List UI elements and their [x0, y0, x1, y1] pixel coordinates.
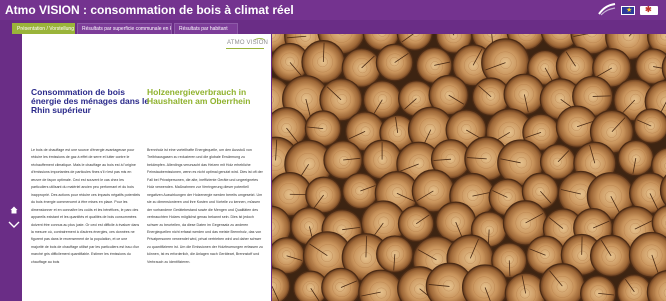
german-title: Holzenergieverbrauch in Haushalten am Ob… [147, 87, 251, 106]
content-panel: ATMO VISION Consommation de bois énergie… [22, 34, 271, 301]
german-body: Brennholz ist eine vorteilhafte Energieq… [147, 148, 263, 264]
tab-presentation[interactable]: Présentation / Vorstellung [12, 23, 75, 34]
french-body: Le bois de chauffage est une source d'én… [31, 148, 141, 264]
firewood-image [272, 34, 666, 301]
french-title: Consommation de bois énergie des ménages… [31, 87, 150, 115]
app-title: Atmo VISION : consommation de bois à cli… [5, 3, 294, 17]
tab-results-area[interactable]: Résultats par superficie communale en km… [77, 23, 172, 34]
tab-bar: Présentation / Vorstellung Résultats par… [0, 20, 666, 34]
header-bar: Atmo VISION : consommation de bois à cli… [0, 0, 666, 20]
info-icon[interactable]: ✱ [640, 5, 658, 15]
tab-results-inhabitant[interactable]: Résultats par habitant [174, 23, 238, 34]
logo-underline [226, 48, 264, 49]
swoosh-logo-icon[interactable] [598, 3, 616, 16]
logo-text: ATMO VISION [227, 40, 269, 46]
chevron-down-icon[interactable] [8, 221, 20, 229]
home-icon[interactable] [10, 206, 18, 214]
eu-flag-icon: ★ [621, 6, 635, 15]
app-window: Atmo VISION : consommation de bois à cli… [0, 0, 666, 301]
